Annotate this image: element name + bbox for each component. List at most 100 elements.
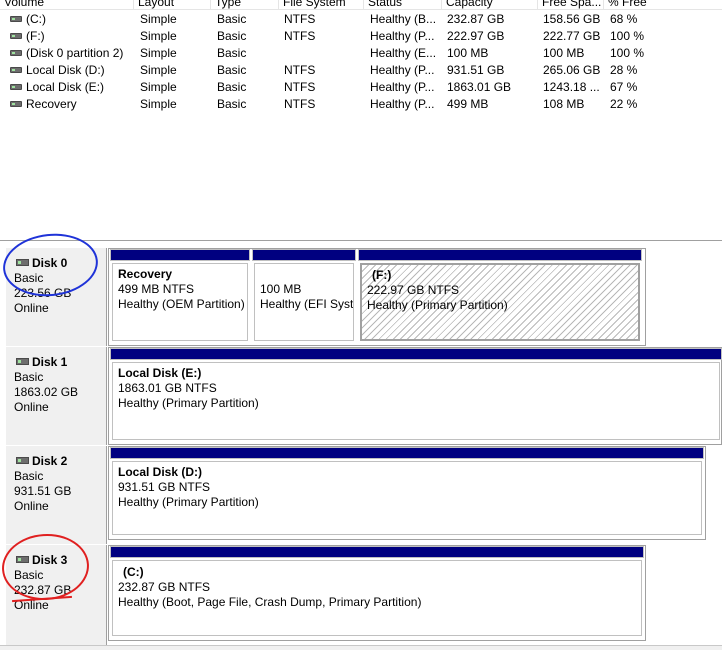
- volume-list: Volume Layout Type File System Status Ca…: [0, 0, 722, 112]
- cell-file-system: NTFS: [284, 29, 316, 43]
- partition-title: Recovery: [118, 267, 173, 281]
- disk-row-0: Disk 0 Basic 223.56 GB Online Recovery 4…: [0, 248, 722, 346]
- table-row[interactable]: (Disk 0 partition 2) Simple Basic Healthy (…: [0, 45, 722, 62]
- column-header-file-system[interactable]: File System: [279, 0, 364, 9]
- cell-capacity: 100 MB: [447, 46, 489, 60]
- table-row[interactable]: Local Disk (D:) Simple Basic NTFS Healthy (P…: [0, 62, 722, 79]
- partition-size: 1863.01 GB NTFS: [118, 381, 217, 395]
- cell-volume: Recovery: [26, 97, 77, 111]
- partition-e[interactable]: Local Disk (E:) 1863.01 GB NTFS Healthy …: [110, 348, 722, 442]
- disk-partitions-3: (C:) 232.87 GB NTFS Healthy (Boot, Page …: [108, 545, 646, 641]
- disk-name-text: Disk 1: [32, 355, 68, 369]
- cell-type: Basic: [217, 97, 247, 111]
- partition-stripe: [110, 348, 722, 360]
- disk-label-3[interactable]: Disk 3 Basic 232.87 GB Online: [6, 545, 107, 645]
- partition-efi[interactable]: 100 MB Healthy (EFI System Partition): [252, 249, 356, 343]
- column-header-volume[interactable]: Volume: [0, 0, 134, 9]
- disk-name-text: Disk 0: [32, 256, 68, 270]
- disk-size: 223.56 GB: [14, 286, 72, 300]
- cell-status: Healthy (E...: [370, 46, 437, 60]
- disk-row-1: Disk 1 Basic 1863.02 GB Online Local Dis…: [0, 347, 722, 445]
- cell-percent-free: 100 %: [610, 29, 645, 43]
- disk-size: 1863.02 GB: [14, 385, 79, 399]
- partition-f[interactable]: (F:) 222.97 GB NTFS Healthy (Primary Par…: [358, 249, 642, 343]
- volume-icon: [10, 67, 22, 73]
- cell-percent-free: 68 %: [610, 12, 638, 26]
- cell-volume: (F:): [26, 29, 45, 43]
- cell-layout: Simple: [140, 12, 177, 26]
- partition-size: 232.87 GB NTFS: [118, 580, 211, 594]
- disk-size: 931.51 GB: [14, 484, 72, 498]
- volume-list-header: Volume Layout Type File System Status Ca…: [0, 0, 722, 10]
- disk-drive-icon: [16, 358, 29, 365]
- bottom-scrollbar[interactable]: [0, 645, 722, 650]
- cell-capacity: 1863.01 GB: [447, 80, 512, 94]
- cell-type: Basic: [217, 12, 247, 26]
- partition-c[interactable]: (C:) 232.87 GB NTFS Healthy (Boot, Page …: [110, 546, 644, 638]
- cell-type: Basic: [217, 80, 247, 94]
- partition-stripe: [110, 546, 644, 558]
- column-header-percent-free[interactable]: % Free: [604, 0, 722, 9]
- disk-name-0: Disk 0: [14, 256, 106, 271]
- table-row[interactable]: (F:) Simple Basic NTFS Healthy (P... 222.97 G…: [0, 28, 722, 45]
- volume-icon: [10, 50, 22, 56]
- cell-volume: Local Disk (E:): [26, 80, 105, 94]
- disk-label-1[interactable]: Disk 1 Basic 1863.02 GB Online: [6, 347, 107, 445]
- cell-free-space: 222.77 GB: [543, 29, 601, 43]
- column-header-type[interactable]: Type: [211, 0, 279, 9]
- partition-title: (F:): [372, 268, 392, 282]
- disk-status: Online: [14, 301, 49, 315]
- volume-icon: [10, 33, 22, 39]
- partition-body-selected: (F:) 222.97 GB NTFS Healthy (Primary Par…: [360, 263, 640, 341]
- partition-d[interactable]: Local Disk (D:) 931.51 GB NTFS Healthy (…: [110, 447, 704, 537]
- cell-free-space: 158.56 GB: [543, 12, 601, 26]
- cell-layout: Simple: [140, 29, 177, 43]
- table-row[interactable]: Local Disk (E:) Simple Basic NTFS Healthy (P…: [0, 79, 722, 96]
- cell-type: Basic: [217, 46, 247, 60]
- partition-size: 222.97 GB NTFS: [367, 283, 460, 297]
- partition-body: Local Disk (D:) 931.51 GB NTFS Healthy (…: [112, 461, 702, 535]
- disk-partitions-1: Local Disk (E:) 1863.01 GB NTFS Healthy …: [108, 347, 722, 445]
- column-header-free-space[interactable]: Free Spa...: [538, 0, 604, 9]
- disk-status: Online: [14, 499, 49, 513]
- column-header-layout[interactable]: Layout: [134, 0, 211, 9]
- table-row[interactable]: (C:) Simple Basic NTFS Healthy (B... 232.87 G…: [0, 11, 722, 28]
- partition-status: Healthy (Primary Partition): [118, 495, 259, 509]
- disk-label-0[interactable]: Disk 0 Basic 223.56 GB Online: [6, 248, 107, 346]
- partition-recovery[interactable]: Recovery 499 MB NTFS Healthy (OEM Partit…: [110, 249, 250, 343]
- disk-label-2[interactable]: Disk 2 Basic 931.51 GB Online: [6, 446, 107, 544]
- cell-type: Basic: [217, 63, 247, 77]
- cell-capacity: 222.97 GB: [447, 29, 505, 43]
- cell-status: Healthy (P...: [370, 29, 435, 43]
- cell-status: Healthy (P...: [370, 97, 435, 111]
- cell-status: Healthy (P...: [370, 63, 435, 77]
- cell-volume: (Disk 0 partition 2): [26, 46, 124, 60]
- partition-status: Healthy (Boot, Page File, Crash Dump, Pr…: [118, 595, 422, 609]
- cell-free-space: 265.06 GB: [543, 63, 601, 77]
- partition-stripe: [358, 249, 642, 261]
- partition-size: 100 MB: [260, 282, 302, 296]
- partition-title: Local Disk (E:): [118, 366, 202, 380]
- disk-status: Online: [14, 400, 49, 414]
- cell-free-space: 1243.18 ...: [543, 80, 600, 94]
- disk-type: Basic: [14, 568, 44, 582]
- cell-percent-free: 67 %: [610, 80, 638, 94]
- column-header-capacity[interactable]: Capacity: [442, 0, 538, 9]
- column-header-status[interactable]: Status: [364, 0, 442, 9]
- cell-volume: (C:): [26, 12, 46, 26]
- volume-icon: [10, 84, 22, 90]
- cell-volume: Local Disk (D:): [26, 63, 105, 77]
- partition-body: Recovery 499 MB NTFS Healthy (OEM Partit…: [112, 263, 248, 341]
- disk-name-3: Disk 3: [14, 553, 106, 568]
- disk-name-text: Disk 2: [32, 454, 68, 468]
- disk-row-2: Disk 2 Basic 931.51 GB Online Local Disk…: [0, 446, 722, 544]
- partition-stripe: [110, 249, 250, 261]
- table-row[interactable]: Recovery Simple Basic NTFS Healthy (P... 499 …: [0, 96, 722, 113]
- disk-type: Basic: [14, 271, 44, 285]
- cell-layout: Simple: [140, 80, 177, 94]
- partition-stripe: [110, 447, 704, 459]
- cell-percent-free: 28 %: [610, 63, 638, 77]
- partition-status: Healthy (OEM Partition): [118, 297, 245, 311]
- partition-size: 931.51 GB NTFS: [118, 480, 211, 494]
- cell-capacity: 232.87 GB: [447, 12, 505, 26]
